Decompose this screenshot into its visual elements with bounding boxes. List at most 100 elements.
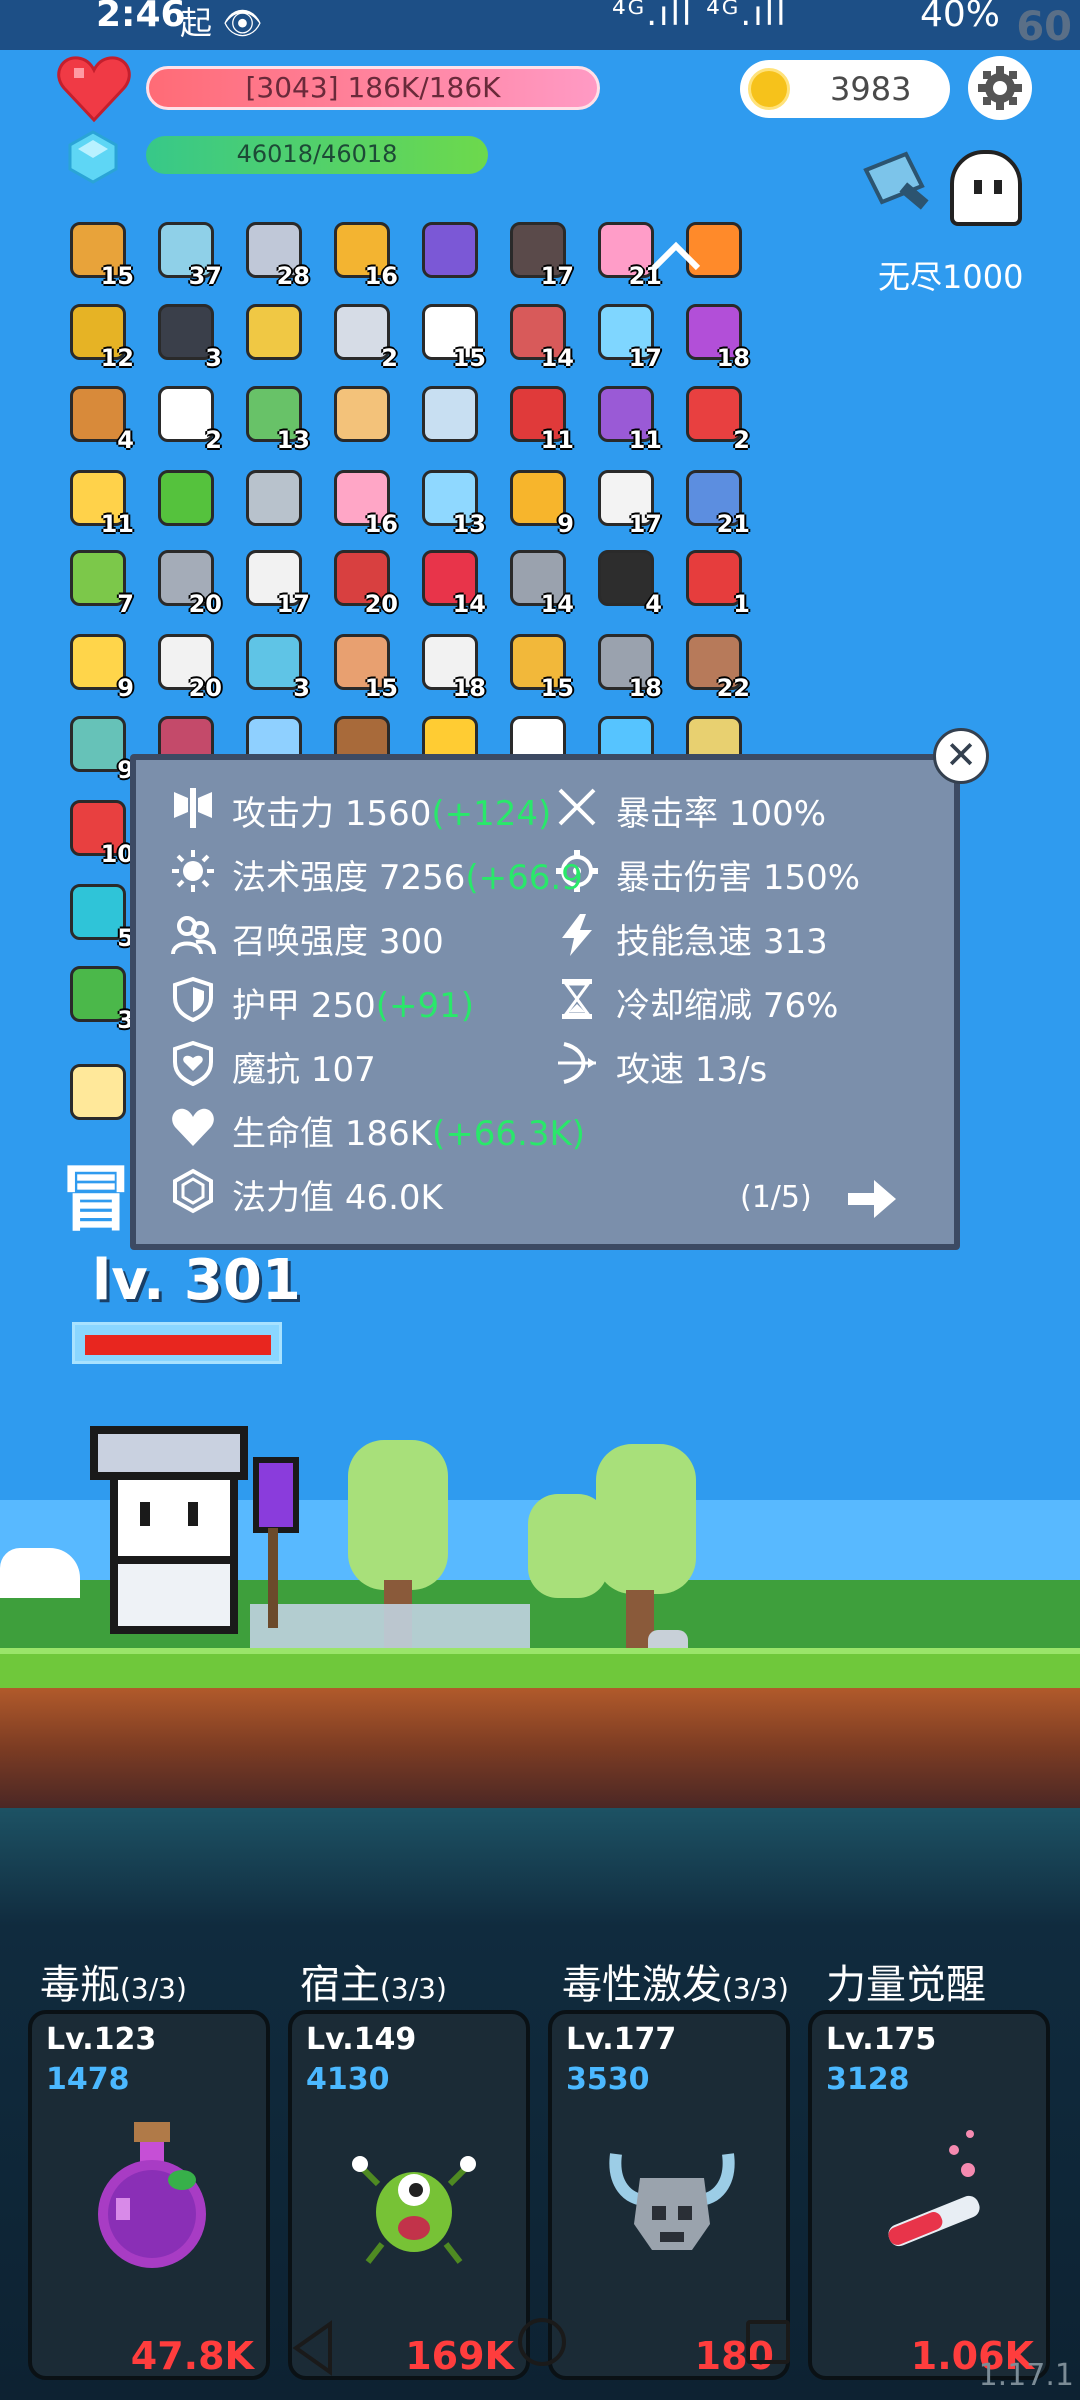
- item-count: 15: [540, 674, 574, 702]
- bow-attack-speed-icon: [558, 1042, 596, 1084]
- skill-card-power-awakening[interactable]: Lv.175 3128 1.06K: [808, 2010, 1050, 2380]
- knight-player-sprite: [90, 1426, 299, 1634]
- hammer-tool-icon[interactable]: [860, 150, 940, 220]
- skill-level: Lv.177: [566, 2022, 677, 2057]
- inventory-item[interactable]: 20: [154, 546, 222, 618]
- inventory-item[interactable]: [330, 382, 396, 448]
- poison-bottle-icon: [98, 2122, 206, 2268]
- item-count: 21: [716, 510, 750, 538]
- inventory-item[interactable]: 20: [154, 630, 222, 702]
- next-page-arrow-icon[interactable]: [844, 1176, 900, 1222]
- inventory-item[interactable]: 9: [506, 466, 574, 538]
- tree: [348, 1440, 448, 1590]
- inventory-item[interactable]: 2: [330, 300, 398, 372]
- stat-crit-rate: 暴击率 100%: [616, 794, 827, 834]
- inventory-item[interactable]: 3: [154, 300, 222, 372]
- inventory-item[interactable]: 13: [242, 382, 310, 454]
- inventory-item[interactable]: 11: [594, 382, 662, 454]
- inventory-item[interactable]: 17: [594, 466, 662, 538]
- inventory-item[interactable]: [418, 218, 484, 284]
- status-time: 2:46: [96, 0, 186, 35]
- close-button[interactable]: ✕: [933, 728, 989, 784]
- item-icon: [334, 386, 390, 442]
- host-monster-icon: [352, 2156, 476, 2264]
- inventory-item[interactable]: 18: [594, 630, 662, 702]
- collapse-up-icon[interactable]: [648, 236, 704, 276]
- coin-icon: [748, 68, 790, 110]
- inventory-item[interactable]: 12: [66, 300, 134, 372]
- tree: [596, 1444, 696, 1594]
- inventory-item[interactable]: 1: [682, 546, 750, 618]
- close-icon: ✕: [945, 733, 977, 777]
- item-count: 13: [452, 510, 486, 538]
- inventory-item[interactable]: 4: [594, 546, 662, 618]
- inventory-item[interactable]: 22: [682, 630, 750, 702]
- item-count: 11: [100, 510, 134, 538]
- ghost-icon[interactable]: [950, 150, 1022, 226]
- item-count: 12: [100, 344, 134, 372]
- item-count: 17: [276, 590, 310, 618]
- inventory-item[interactable]: 15: [66, 218, 134, 290]
- stats-panel: 攻击力 1560(+124) 法术强度 7256(+66.9 召唤强度 300 …: [130, 754, 960, 1250]
- item-count: 14: [540, 590, 574, 618]
- inventory-item[interactable]: 5: [66, 880, 134, 952]
- inventory-item[interactable]: 37: [154, 218, 222, 290]
- inventory-item[interactable]: 17: [594, 300, 662, 372]
- player-hp-bar: [72, 1322, 282, 1364]
- skill-card-poison-bottle[interactable]: Lv.123 1478 47.8K: [28, 2010, 270, 2380]
- inventory-item[interactable]: 2: [682, 382, 750, 454]
- inventory-item[interactable]: [66, 1060, 132, 1126]
- inventory-item[interactable]: 7: [66, 546, 134, 618]
- inventory-item[interactable]: 2: [154, 382, 222, 454]
- armor-shield-icon: [173, 976, 213, 1022]
- version-label: 1.17.1: [978, 2358, 1074, 2393]
- inventory-item[interactable]: 18: [682, 300, 750, 372]
- skill-value: 4130: [306, 2062, 390, 2097]
- inventory-item[interactable]: 11: [66, 466, 134, 538]
- skill-value: 1478: [46, 2062, 130, 2097]
- inventory-item[interactable]: 11: [506, 382, 574, 454]
- inventory-item[interactable]: 15: [506, 630, 574, 702]
- inventory-item[interactable]: 17: [242, 546, 310, 618]
- nav-home-icon[interactable]: [518, 2318, 566, 2366]
- inventory-item[interactable]: 14: [506, 546, 574, 618]
- mana-gem-icon: [68, 130, 118, 184]
- inventory-item[interactable]: [154, 466, 220, 532]
- inventory-item[interactable]: [242, 300, 308, 366]
- item-count: 17: [628, 344, 662, 372]
- item-count: 17: [540, 262, 574, 290]
- item-count: 28: [276, 262, 310, 290]
- upgrade-cost: 169K: [405, 2334, 514, 2378]
- inventory-item[interactable]: 9: [66, 712, 134, 784]
- item-count: 16: [364, 262, 398, 290]
- inventory-item[interactable]: 9: [66, 630, 134, 702]
- stat-mana: 法力值 46.0K: [232, 1178, 443, 1218]
- inventory-item[interactable]: [418, 382, 484, 448]
- inventory-item[interactable]: 15: [330, 630, 398, 702]
- inventory-item[interactable]: 21: [682, 466, 750, 538]
- skill-level: Lv.175: [826, 2022, 937, 2057]
- inventory-item[interactable]: 16: [330, 466, 398, 538]
- inventory-item[interactable]: 17: [506, 218, 574, 290]
- stat-cooldown-reduction: 冷却缩减 76%: [616, 986, 839, 1026]
- inventory-item[interactable]: 20: [330, 546, 398, 618]
- skill-title: 毒瓶(3/3): [40, 1962, 187, 2008]
- settings-button[interactable]: [968, 56, 1032, 120]
- nav-recent-apps-icon[interactable]: [746, 2320, 790, 2364]
- inventory-item[interactable]: 16: [330, 218, 398, 290]
- inventory-item[interactable]: [242, 466, 308, 532]
- item-count: 3: [293, 674, 310, 702]
- inventory-item[interactable]: 13: [418, 466, 486, 538]
- inventory-item[interactable]: 28: [242, 218, 310, 290]
- horned-skull-icon: [609, 2153, 735, 2250]
- inventory-item[interactable]: 10: [66, 796, 134, 868]
- inventory-item[interactable]: 14: [418, 546, 486, 618]
- inventory-item[interactable]: 14: [506, 300, 574, 372]
- nav-back-icon[interactable]: [290, 2318, 340, 2378]
- player-title-partial: 冒: [60, 1157, 133, 1241]
- inventory-item[interactable]: 15: [418, 300, 486, 372]
- inventory-item[interactable]: 3: [66, 962, 134, 1034]
- inventory-item[interactable]: 4: [66, 382, 134, 454]
- inventory-item[interactable]: 3: [242, 630, 310, 702]
- inventory-item[interactable]: 18: [418, 630, 486, 702]
